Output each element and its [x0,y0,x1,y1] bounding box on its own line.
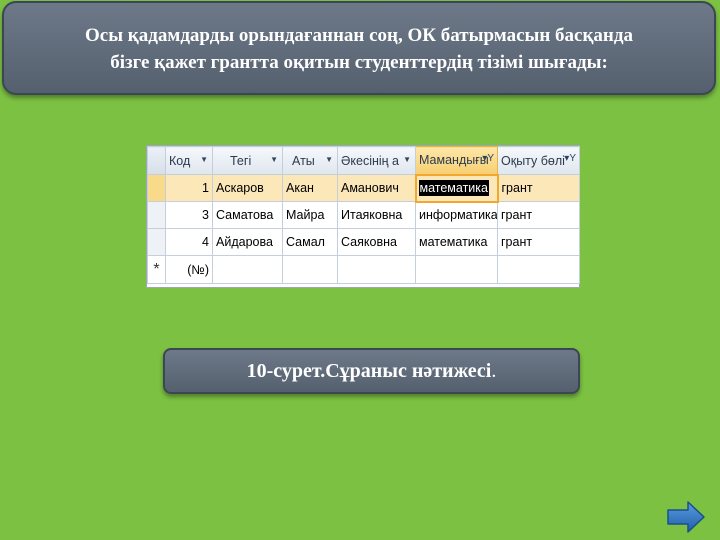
column-header-mamandygy[interactable]: Мамандығы ▾Y [415,146,498,175]
filter-icon[interactable]: ▾Y [482,153,494,164]
cell-mamandygy[interactable]: информатика [415,201,498,229]
header-text-box: Осы қадамдарды орындағаннан соң, ОК баты… [2,1,716,95]
dropdown-arrow-icon[interactable]: ▼ [270,155,278,164]
figure-caption: 10-сурет.Сұраныс нәтижесі [246,360,492,382]
column-header-oqytu[interactable]: Оқыту бөлі ▾Y [497,146,580,175]
cell-oqytu[interactable]: грант [497,228,580,256]
table-row[interactable]: 3 Саматова Майра Итаяковна информатика г… [147,201,580,229]
cell-tegi[interactable]: Айдарова [212,228,283,256]
cell-mamandygy-selected[interactable]: математика [414,173,499,203]
cell-aty[interactable] [282,255,338,284]
column-header-tegi[interactable]: Тегі ▼ [212,146,283,175]
column-header-kod[interactable]: Код ▼ [165,146,213,175]
query-result-table: Код ▼ Тегі ▼ Аты ▼ Әкесінің а ▼ Мамандығы ▾Y … [147,146,580,287]
header-line-2: бізге қажет грантта оқитын студенттердің… [110,52,608,73]
cell-akesi[interactable]: Аманович [337,174,416,202]
cell-mamandygy[interactable] [415,255,498,284]
cell-mamandygy[interactable]: математика [415,228,498,256]
cell-oqytu[interactable]: грант [497,174,580,202]
cell-akesi[interactable]: Итаяковна [337,201,416,229]
column-header-aty[interactable]: Аты ▼ [282,146,338,175]
new-record-marker: * [147,255,166,284]
next-slide-button[interactable] [666,500,706,534]
dropdown-arrow-icon[interactable]: ▼ [200,155,208,164]
cell-kod[interactable]: 1 [165,174,213,202]
cell-kod[interactable]: 4 [165,228,213,256]
table-row[interactable]: 4 Айдарова Самал Саяковна математика гра… [147,228,580,256]
cell-aty[interactable]: Акан [282,174,338,202]
dropdown-arrow-icon[interactable]: ▼ [403,155,411,164]
new-record-row[interactable]: * (№) [147,255,580,284]
cell-kod[interactable]: 3 [165,201,213,229]
cell-tegi[interactable]: Аскаров [212,174,283,202]
figure-caption-box: 10-сурет.Сұраныс нәтижесі. [163,348,580,394]
next-arrow-icon [667,501,705,533]
caption-period: . [491,360,497,382]
row-selector[interactable] [147,174,166,202]
cell-aty[interactable]: Самал [282,228,338,256]
row-selector[interactable] [147,201,166,229]
table-header-row: Код ▼ Тегі ▼ Аты ▼ Әкесінің а ▼ Мамандығы ▾Y … [147,146,580,175]
cell-tegi[interactable]: Саматова [212,201,283,229]
cell-oqytu[interactable] [497,255,580,284]
cell-oqytu[interactable]: грант [497,201,580,229]
header-line-1: Осы қадамдарды орындағаннан соң, ОК баты… [85,25,633,46]
cell-akesi[interactable] [337,255,416,284]
row-selector[interactable] [147,228,166,256]
column-header-akesi[interactable]: Әкесінің а ▼ [337,146,416,175]
cell-akesi[interactable]: Саяковна [337,228,416,256]
cell-tegi[interactable] [212,255,283,284]
cell-aty[interactable]: Майра [282,201,338,229]
select-all-cell[interactable] [147,146,166,175]
dropdown-arrow-icon[interactable]: ▼ [325,155,333,164]
filter-icon[interactable]: ▾Y [564,153,576,164]
table-row[interactable]: 1 Аскаров Акан Аманович математика грант [147,173,580,203]
new-record-kod-placeholder[interactable]: (№) [165,255,213,284]
